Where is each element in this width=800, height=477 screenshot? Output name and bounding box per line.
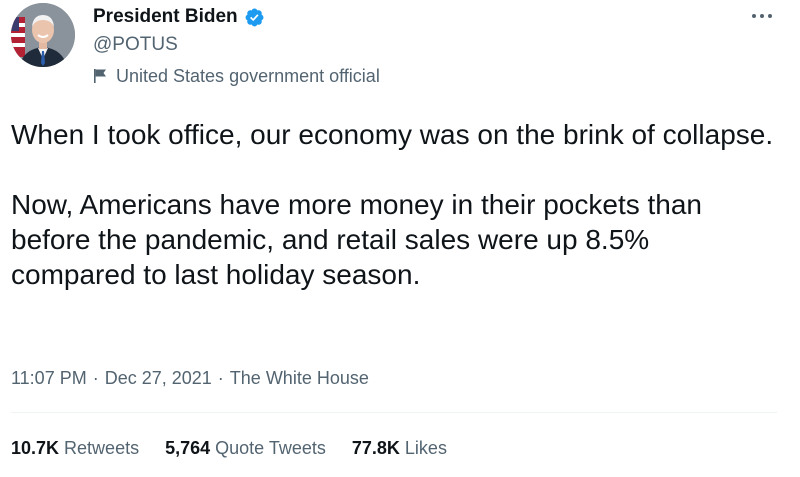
meta-separator: ·: [92, 368, 99, 388]
likes-stat[interactable]: 77.8K Likes: [352, 437, 447, 459]
flag-icon: [94, 69, 106, 83]
retweets-stat[interactable]: 10.7K Retweets: [11, 437, 139, 459]
quote-tweets-stat[interactable]: 5,764 Quote Tweets: [165, 437, 326, 459]
author-display-name[interactable]: President Biden: [93, 6, 238, 28]
verified-badge-icon: [245, 8, 264, 26]
tweet-date[interactable]: Dec 27, 2021: [105, 367, 212, 389]
retweets-count: 10.7K: [11, 438, 60, 458]
tweet-card: President Biden @POTUS United States gov…: [0, 0, 800, 477]
tweet-time[interactable]: 11:07 PM: [11, 367, 87, 389]
tweet-paragraph: When I took office, our economy was on t…: [11, 119, 774, 150]
tweet-text: When I took office, our economy was on t…: [11, 117, 781, 292]
likes-label: Likes: [404, 438, 447, 458]
more-dots: [752, 14, 772, 18]
tweet-stats: 10.7K Retweets 5,764 Quote Tweets 77.8K …: [11, 437, 447, 459]
quote-tweets-label: Quote Tweets: [215, 438, 326, 458]
government-label-text: United States government official: [116, 66, 380, 86]
tweet-paragraph: Now, Americans have more money in their …: [11, 189, 703, 290]
tweet-meta: 11:07 PM · Dec 27, 2021 · The White Hous…: [11, 367, 369, 389]
tweet-source[interactable]: The White House: [230, 367, 369, 389]
quote-tweets-count: 5,764: [165, 438, 211, 458]
likes-count: 77.8K: [351, 438, 400, 458]
meta-separator: ·: [217, 368, 224, 388]
avatar-image: [11, 3, 75, 67]
author-handle[interactable]: @POTUS: [93, 34, 178, 56]
author-name-row: President Biden: [93, 6, 265, 28]
avatar[interactable]: [11, 3, 75, 67]
divider: [11, 412, 777, 413]
government-label: United States government official: [93, 65, 380, 87]
retweets-label: Retweets: [64, 438, 140, 458]
more-icon[interactable]: [748, 6, 776, 26]
